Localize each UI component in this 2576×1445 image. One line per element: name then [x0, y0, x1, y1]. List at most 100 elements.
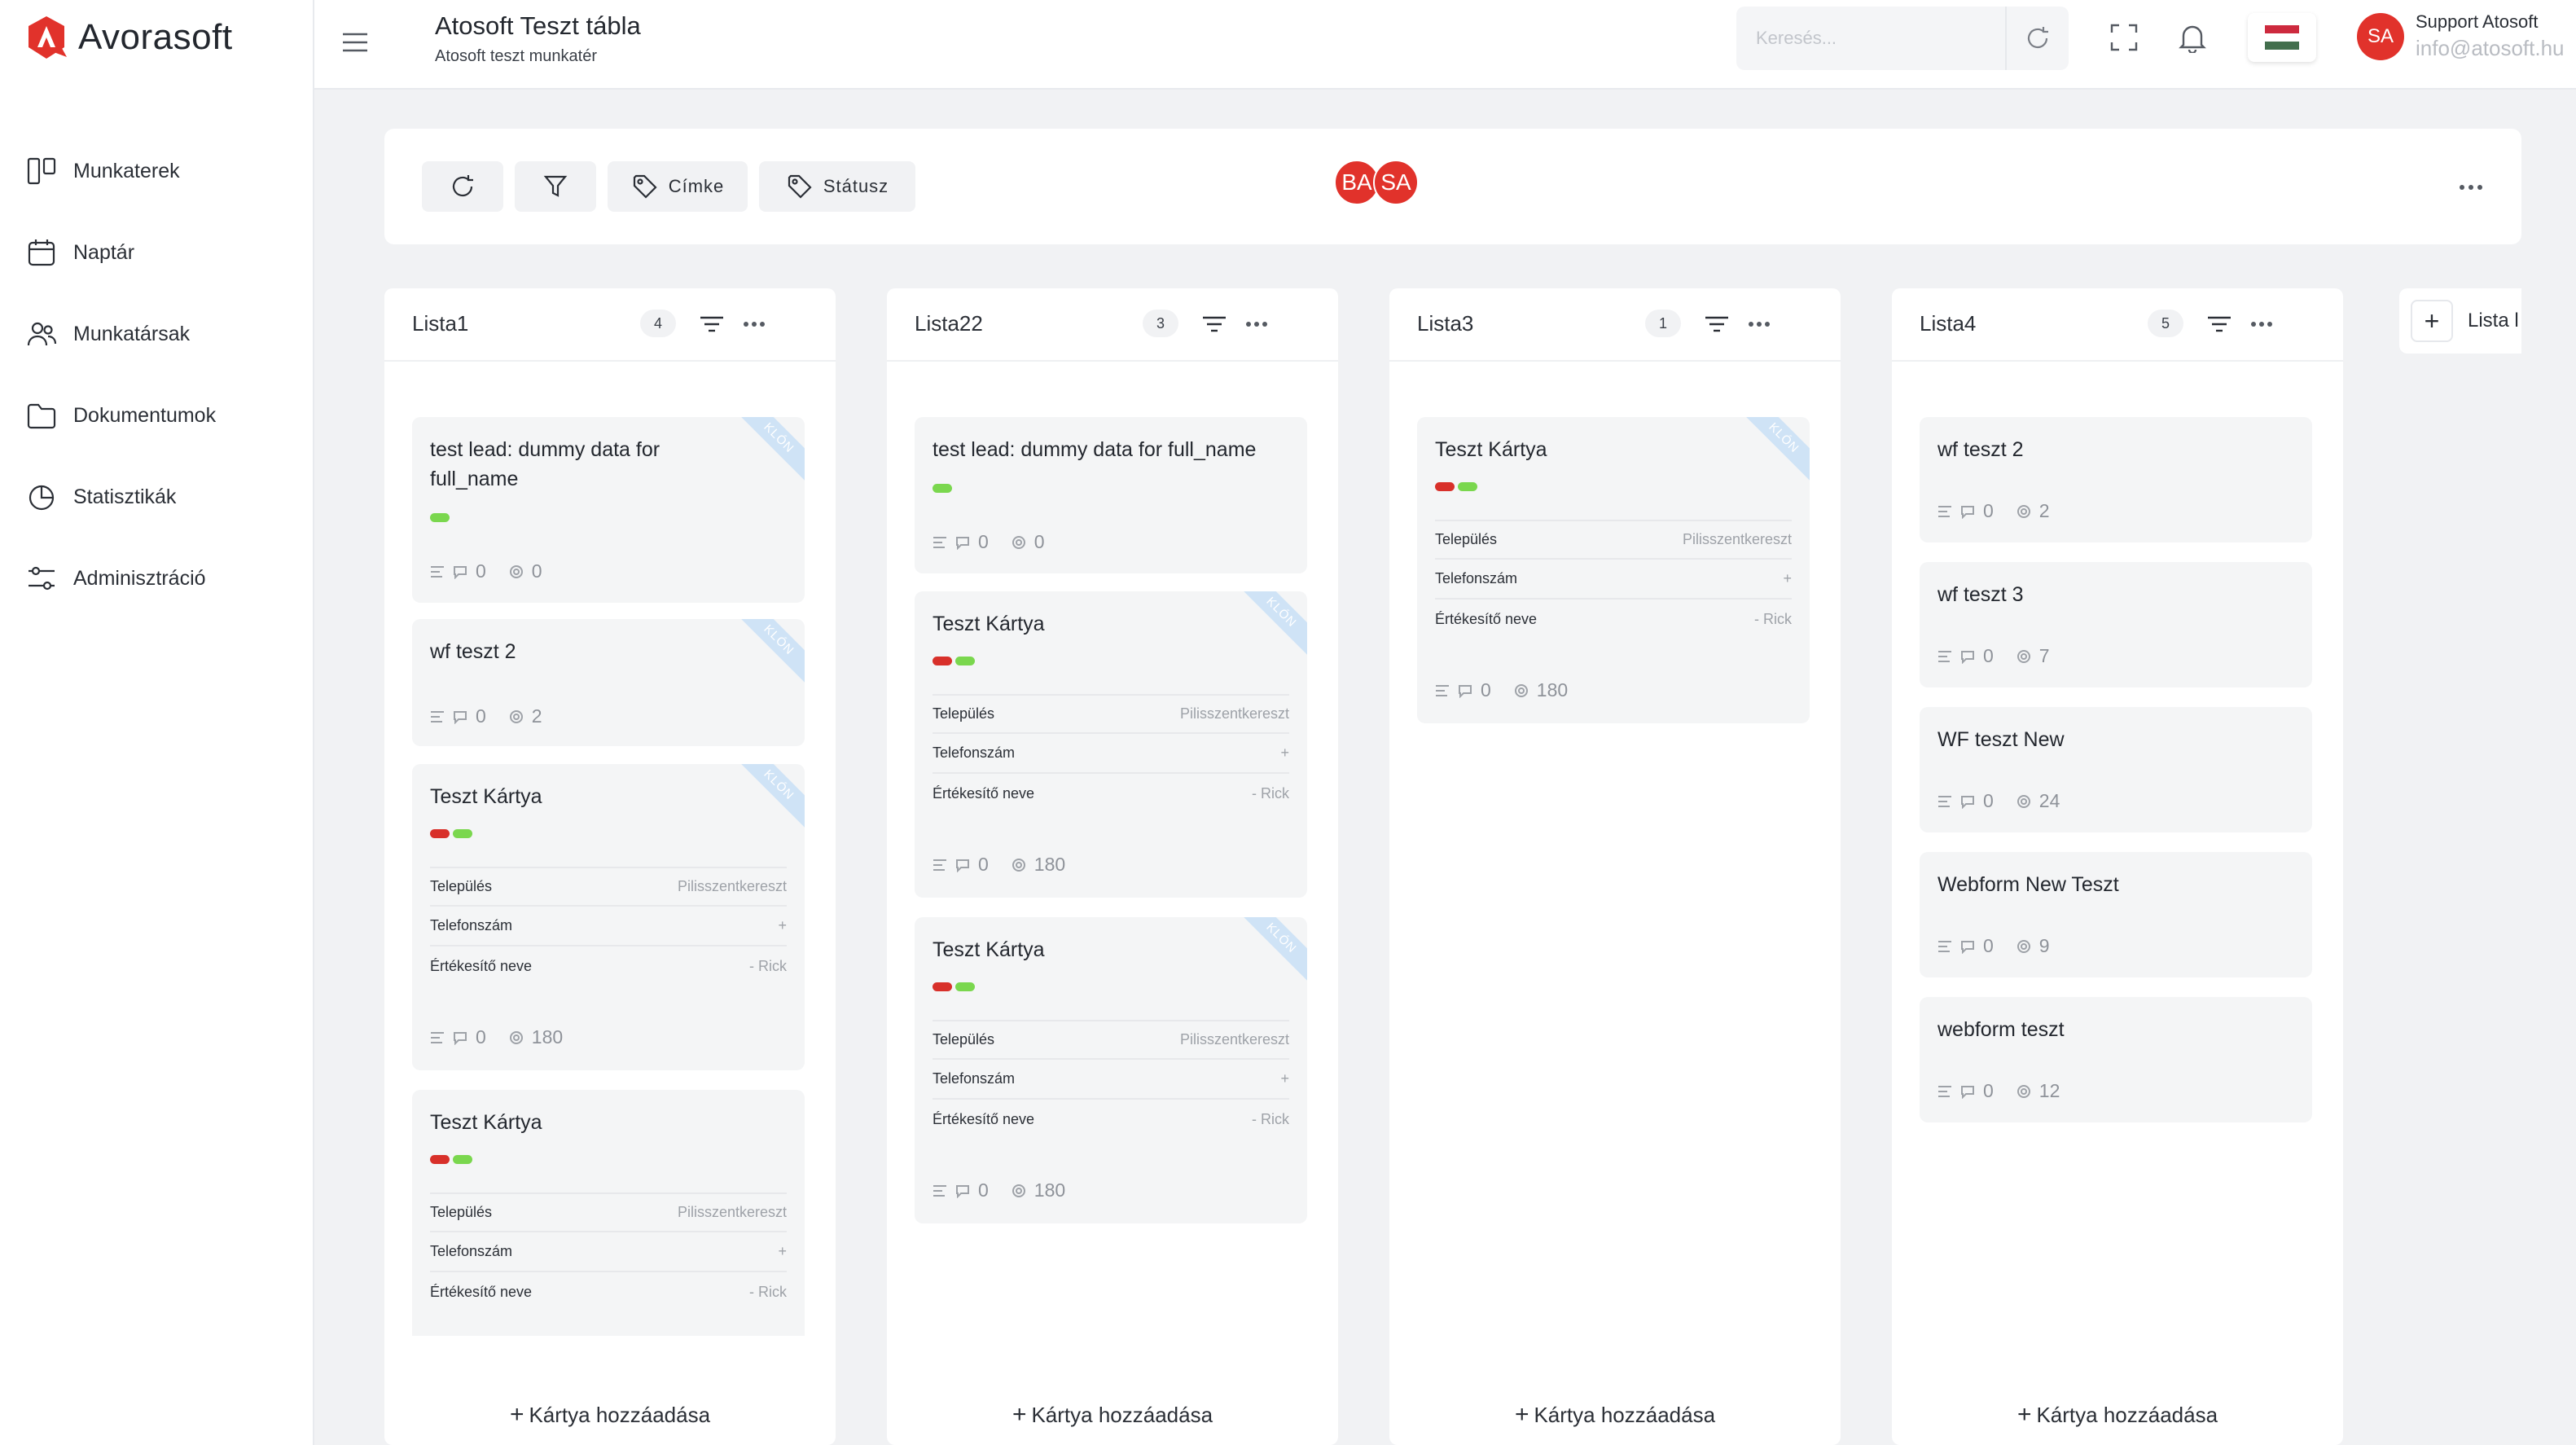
board-more-button[interactable] [2453, 171, 2489, 204]
user-name[interactable]: Support Atosoft [2416, 11, 2538, 33]
list-more-button[interactable] [2244, 306, 2280, 342]
sort-icon [1705, 316, 1728, 332]
sidebar-item-adminisztracio[interactable]: Adminisztráció [26, 538, 216, 619]
card-title: test lead: dummy data for full_name [430, 438, 660, 490]
language-selector[interactable] [2248, 13, 2316, 62]
tag-icon [633, 174, 657, 199]
attachment-icon [509, 709, 523, 723]
card-count-badge: 4 [640, 310, 676, 337]
status-filter-button[interactable]: Státusz [759, 161, 915, 212]
label-filter-button[interactable]: Címke [608, 161, 748, 212]
board-title: Atosoft Teszt tábla [435, 11, 641, 40]
list-title[interactable]: Lista4 [1920, 311, 1976, 336]
sidebar-item-munkatarsak[interactable]: Munkatársak [26, 293, 216, 375]
search-refresh-button[interactable] [2005, 7, 2069, 70]
sidebar-item-dokumentumok[interactable]: Dokumentumok [26, 375, 216, 456]
notifications-button[interactable] [2173, 18, 2212, 57]
field-key: Értékesítő neve [430, 1284, 533, 1300]
list-more-button[interactable] [1239, 306, 1275, 342]
kanban-card[interactable]: KLÓN Teszt Kártya Település Pilisszentker… [915, 591, 1307, 898]
avatar[interactable]: SA [1373, 160, 1419, 205]
kanban-card[interactable]: webform teszt 0 12 [1920, 997, 2312, 1122]
kanban-card[interactable]: wf teszt 2 0 2 [1920, 417, 2312, 542]
card-labels [1435, 482, 1477, 491]
kanban-card[interactable]: KLÓN Teszt Kártya Település Pilisszentker… [412, 764, 805, 1070]
label-green [955, 657, 975, 665]
kanban-card[interactable]: KLÓN wf teszt 2 0 2 [412, 619, 805, 746]
kanban-card[interactable]: Webform New Teszt 0 9 [1920, 852, 2312, 977]
comment-count: 0 [978, 854, 989, 875]
kanban-card[interactable]: KLÓN Teszt Kártya Település Pilisszentker… [1417, 417, 1810, 723]
flag-stripe-white [2265, 33, 2299, 42]
ellipsis-icon [1246, 322, 1267, 327]
settings-sliders-icon [29, 566, 55, 591]
add-card-button[interactable]: + Kártya hozzáadása [1389, 1401, 1841, 1429]
tag-icon [788, 174, 812, 199]
add-card-button[interactable]: + Kártya hozzáadása [1892, 1401, 2343, 1429]
comment-icon [1459, 684, 1472, 698]
field-key: Település [933, 1031, 995, 1048]
refresh-button[interactable] [422, 161, 503, 212]
card-fields: Település Pilisszentkereszt Telefonszám + … [933, 1020, 1289, 1140]
attachment-count: 9 [2038, 935, 2050, 956]
comment-count: 0 [476, 560, 486, 582]
description-icon [431, 1031, 444, 1043]
add-card-button[interactable]: + Kártya hozzáadása [384, 1401, 836, 1429]
ellipsis-icon [2251, 322, 2272, 327]
label-red [933, 982, 952, 991]
list-title[interactable]: Lista1 [412, 311, 468, 336]
app-logo[interactable]: Avorasoft [26, 11, 233, 64]
kanban-card[interactable]: WF teszt New 0 24 [1920, 707, 2312, 832]
field-key: Telefonszám [1435, 570, 1518, 586]
card-title: wf teszt 2 [430, 640, 516, 663]
kanban-card[interactable]: KLÓN Teszt Kártya Település Pilisszentker… [915, 917, 1307, 1223]
list-more-button[interactable] [736, 306, 772, 342]
description-icon [933, 859, 946, 871]
sidebar-item-naptar[interactable]: Naptár [26, 212, 216, 293]
list-sort-button[interactable] [694, 306, 730, 342]
field-row: Értékesítő neve - Rick [430, 946, 787, 986]
add-card-label: Kártya hozzáadása [1031, 1403, 1213, 1427]
kanban-card[interactable]: wf teszt 3 0 7 [1920, 562, 2312, 687]
menu-toggle-button[interactable] [336, 23, 375, 62]
comment-count: 0 [476, 705, 486, 727]
user-avatar[interactable]: SA [2357, 13, 2404, 60]
search-input[interactable] [1736, 7, 2005, 70]
card-fields: Település Pilisszentkereszt Telefonszám + … [1435, 520, 1792, 639]
list-title[interactable]: Lista22 [915, 311, 983, 336]
comment-icon [454, 1031, 467, 1045]
attachment-icon [1012, 535, 1025, 549]
sidebar-item-statisztikak[interactable]: Statisztikák [26, 456, 216, 538]
add-list-button[interactable]: + Lista l [2399, 288, 2521, 354]
field-row: Értékesítő neve - Rick [933, 774, 1289, 814]
kanban-card[interactable]: test lead: dummy data for full_name 0 0 [915, 417, 1307, 573]
card-title: Teszt Kártya [1435, 438, 1547, 461]
list-more-button[interactable] [1741, 306, 1777, 342]
card-title: Teszt Kártya [933, 613, 1045, 635]
workspace-name[interactable]: Atosoft teszt munkatér [435, 47, 597, 66]
field-key: Értékesítő neve [933, 785, 1035, 802]
list-sort-button[interactable] [1699, 306, 1735, 342]
list-sort-button[interactable] [1196, 306, 1232, 342]
field-key: Település [933, 705, 995, 722]
card-meta: 0 180 [430, 1026, 563, 1048]
hungarian-flag-icon [2265, 25, 2299, 50]
fullscreen-button[interactable] [2104, 18, 2144, 57]
filter-button[interactable] [515, 161, 596, 212]
flag-stripe-red [2265, 25, 2299, 33]
field-value: Pilisszentkereszt [677, 878, 787, 894]
description-icon [1938, 1085, 1951, 1097]
sort-icon [700, 316, 723, 332]
list-column: Lista1 4 KLÓN test lead: dummy data for … [384, 288, 836, 1445]
sidebar-item-munkaterek[interactable]: Munkaterek [26, 130, 216, 212]
label-green [453, 1155, 472, 1164]
kanban-card[interactable]: KLÓN test lead: dummy data for full_name… [412, 417, 805, 603]
list-sort-button[interactable] [2201, 306, 2237, 342]
attachment-icon [1012, 1184, 1025, 1197]
description-icon [431, 710, 444, 722]
add-card-button[interactable]: + Kártya hozzáadása [887, 1401, 1338, 1429]
field-key: Település [1435, 531, 1498, 547]
kanban-card[interactable]: Teszt Kártya Település Pilisszentkereszt … [412, 1090, 805, 1336]
list-title[interactable]: Lista3 [1417, 311, 1473, 336]
label-green [933, 484, 952, 493]
